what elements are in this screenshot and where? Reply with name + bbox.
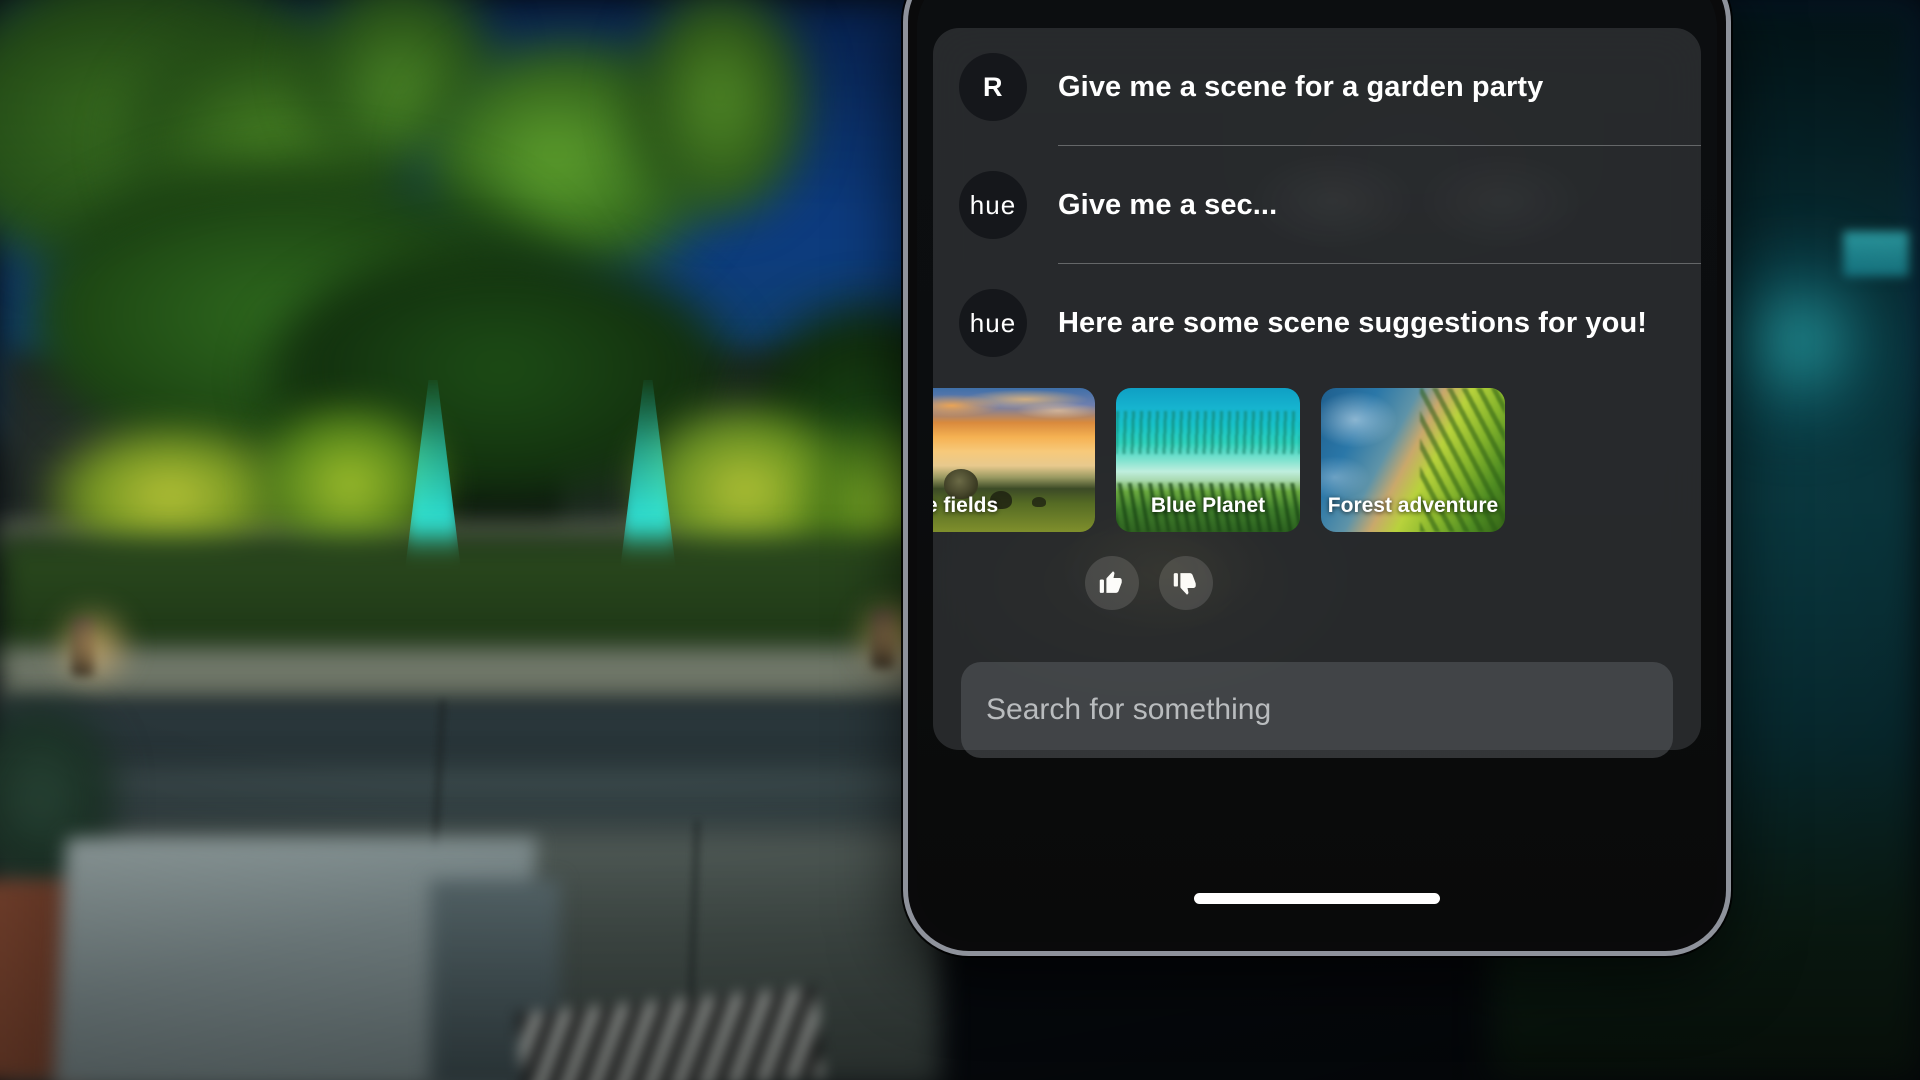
scene-card[interactable]: Blue Planet xyxy=(1116,388,1300,532)
message-text: Give me a scene for a garden party xyxy=(1058,70,1544,103)
thumbs-down-button[interactable] xyxy=(1159,556,1213,610)
phone-device-frame: R Give me a scene for a garden party hue… xyxy=(903,0,1731,956)
avatar-label: hue xyxy=(969,307,1017,338)
search-bar[interactable] xyxy=(961,662,1673,758)
phone-screen: R Give me a scene for a garden party hue… xyxy=(917,0,1717,942)
avatar-label: R xyxy=(983,71,1003,102)
hue-avatar: hue xyxy=(959,171,1027,239)
thumbs-up-button[interactable] xyxy=(1085,556,1139,610)
scene-card-label: ge fields xyxy=(933,494,999,517)
scene-card-label: Forest adventure xyxy=(1327,494,1499,517)
scene-card-label: Blue Planet xyxy=(1150,494,1266,517)
user-avatar: R xyxy=(959,53,1027,121)
feedback-controls xyxy=(1085,556,1213,610)
chat-panel: R Give me a scene for a garden party hue… xyxy=(933,28,1701,750)
message-text: Here are some scene suggestions for you! xyxy=(1058,306,1648,339)
thumbs-down-icon xyxy=(1172,569,1200,597)
search-input[interactable] xyxy=(986,662,1673,758)
scene-suggestion-carousel[interactable]: ge fields Blue Planet Forest adventure xyxy=(933,388,1701,532)
message-text: Give me a sec... xyxy=(1058,188,1278,221)
scene-card[interactable]: ge fields xyxy=(933,388,1095,532)
hue-avatar: hue xyxy=(959,289,1027,357)
home-indicator[interactable] xyxy=(1194,893,1440,904)
thumbs-up-icon xyxy=(1098,569,1126,597)
avatar-label: hue xyxy=(969,189,1017,220)
chat-message-row[interactable]: hue Give me a sec... xyxy=(933,146,1701,264)
chat-message-row[interactable]: hue Here are some scene suggestions for … xyxy=(933,264,1701,382)
chat-message-row[interactable]: R Give me a scene for a garden party xyxy=(933,28,1701,146)
scene-card[interactable]: Forest adventure xyxy=(1321,388,1505,532)
